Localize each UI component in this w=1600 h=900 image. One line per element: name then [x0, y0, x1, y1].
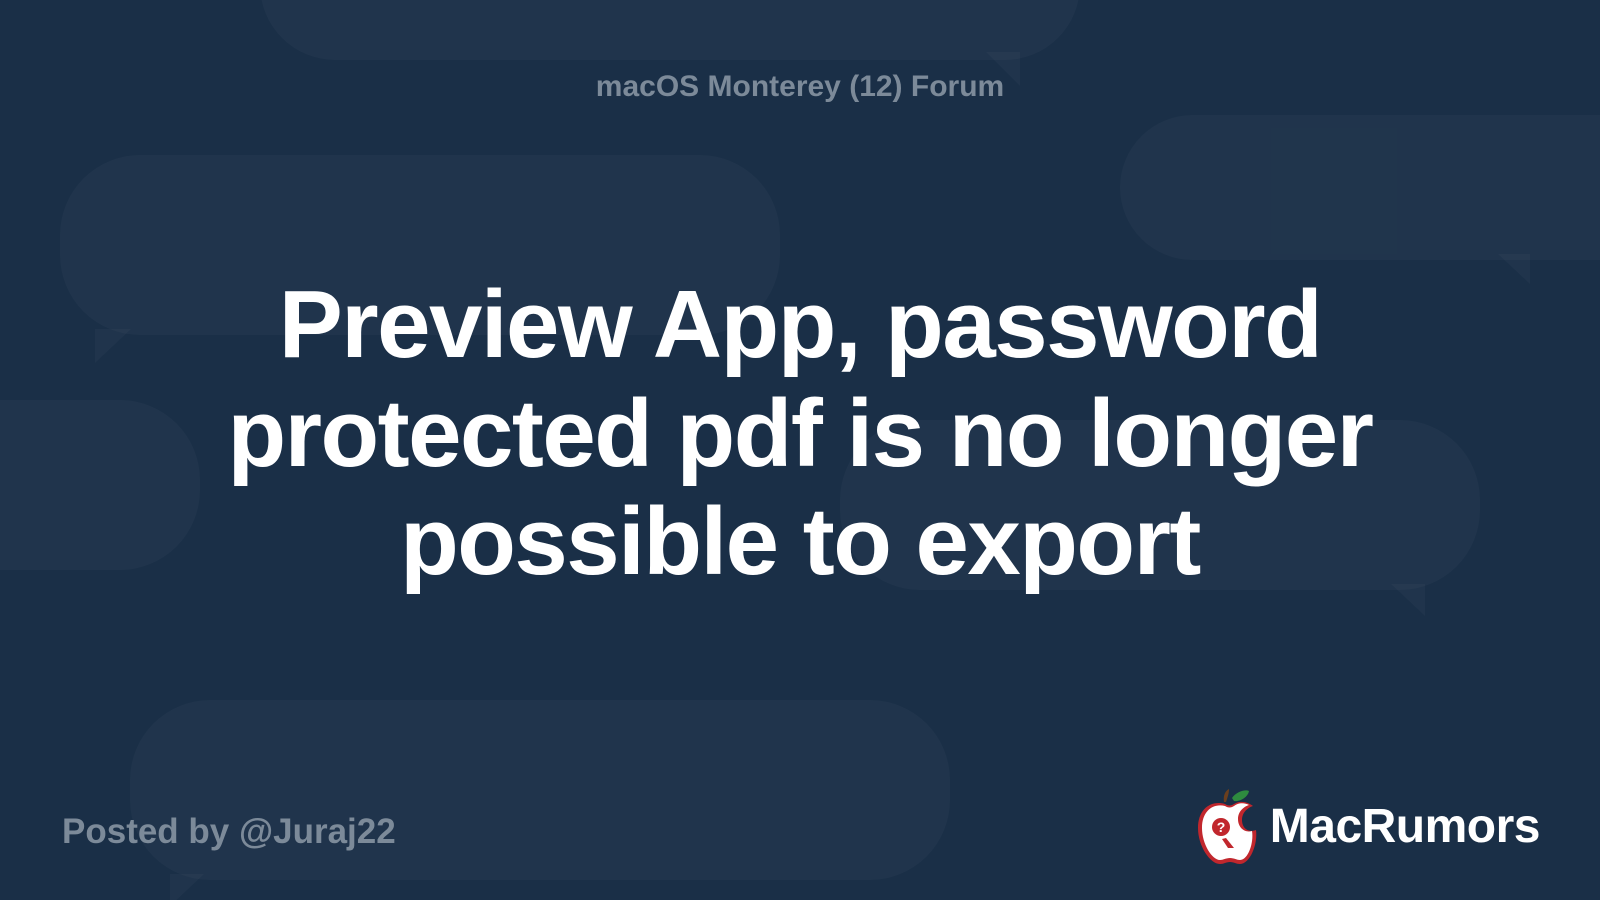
brand-name: MacRumors	[1270, 799, 1540, 854]
brand: ? MacRumors	[1190, 786, 1540, 866]
card: macOS Monterey (12) Forum Preview App, p…	[0, 0, 1600, 900]
svg-text:?: ?	[1216, 819, 1225, 835]
forum-name: macOS Monterey (12) Forum	[0, 70, 1600, 104]
macrumors-logo-icon: ?	[1190, 786, 1260, 866]
post-title: Preview App, password protected pdf is n…	[100, 148, 1500, 720]
posted-by-label: Posted by @Juraj22	[62, 812, 396, 852]
